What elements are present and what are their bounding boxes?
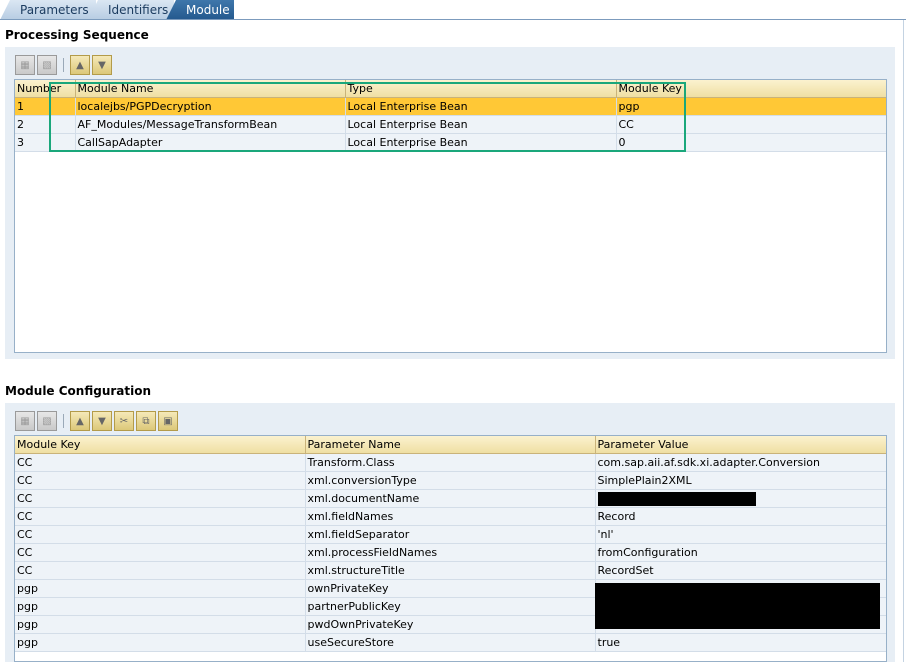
move-down-icon[interactable]: ▼ xyxy=(92,55,112,75)
paste-icon[interactable]: ▣ xyxy=(158,411,178,431)
cell-number[interactable]: 3 xyxy=(15,133,76,152)
cell-parameter-name[interactable]: xml.documentName xyxy=(305,489,596,508)
cell-module-name[interactable]: AF_Modules/MessageTransformBean xyxy=(75,115,346,134)
cell-module-key[interactable]: CC xyxy=(15,561,306,580)
cell-module-key[interactable]: CC xyxy=(15,453,306,472)
table-row[interactable]: pgp useSecureStore true xyxy=(15,633,886,652)
cell-module-key[interactable]: pgp xyxy=(15,633,306,652)
cell-module-key[interactable]: pgp xyxy=(616,97,886,116)
cell-module-key[interactable]: CC xyxy=(15,507,306,526)
delete-row-icon[interactable]: ▧ xyxy=(37,411,57,431)
move-up-icon[interactable]: ▲ xyxy=(70,55,90,75)
insert-row-icon[interactable]: ▦ xyxy=(15,411,35,431)
cell-parameter-name[interactable]: xml.fieldSeparator xyxy=(305,525,596,544)
cell-parameter-value[interactable]: com.sap.aii.af.sdk.xi.adapter.Conversion xyxy=(595,453,886,472)
column-header-module-key[interactable]: Module Key xyxy=(15,436,306,454)
cell-type[interactable]: Local Enterprise Bean xyxy=(345,115,617,134)
cell-parameter-name[interactable]: Transform.Class xyxy=(305,453,596,472)
column-header-module-key[interactable]: Module Key xyxy=(616,80,886,98)
cell-parameter-name[interactable]: xml.fieldNames xyxy=(305,507,596,526)
tab-underline xyxy=(0,19,906,20)
table-header-row: Number Module Name Type Module Key xyxy=(15,80,886,98)
column-header-type[interactable]: Type xyxy=(345,80,617,98)
cell-type[interactable]: Local Enterprise Bean xyxy=(345,133,617,152)
toolbar-separator xyxy=(63,414,64,428)
move-up-icon[interactable]: ▲ xyxy=(70,411,90,431)
column-header-module-name[interactable]: Module Name xyxy=(75,80,346,98)
processing-sequence-table: Number Module Name Type Module Key 1 loc… xyxy=(14,79,887,353)
cell-module-key[interactable]: CC xyxy=(15,471,306,490)
move-down-icon[interactable]: ▼ xyxy=(92,411,112,431)
tab-module[interactable]: Module xyxy=(166,0,234,20)
cell-parameter-name[interactable]: ownPrivateKey xyxy=(305,579,596,598)
insert-row-icon[interactable]: ▦ xyxy=(15,55,35,75)
cell-parameter-value[interactable]: Record xyxy=(595,507,886,526)
cell-parameter-value[interactable]: SimplePlain2XML xyxy=(595,471,886,490)
table-row[interactable]: CC xml.fieldNames Record xyxy=(15,507,886,526)
cell-parameter-value[interactable]: fromConfiguration xyxy=(595,543,886,562)
cell-module-key[interactable]: pgp xyxy=(15,597,306,616)
cell-module-name[interactable]: CallSapAdapter xyxy=(75,133,346,152)
table-row[interactable]: 2 AF_Modules/MessageTransformBean Local … xyxy=(15,115,886,134)
column-header-parameter-value[interactable]: Parameter Value xyxy=(595,436,886,454)
cut-icon[interactable]: ✂ xyxy=(114,411,134,431)
cell-parameter-value[interactable] xyxy=(595,489,886,508)
table-row[interactable]: 3 CallSapAdapter Local Enterprise Bean 0 xyxy=(15,133,886,152)
cell-parameter-name[interactable]: xml.processFieldNames xyxy=(305,543,596,562)
table-row[interactable]: CC Transform.Class com.sap.aii.af.sdk.xi… xyxy=(15,453,886,472)
cell-parameter-value[interactable]: 'nl' xyxy=(595,525,886,544)
table-header-row: Module Key Parameter Name Parameter Valu… xyxy=(15,436,886,454)
right-border xyxy=(903,20,904,662)
cell-module-key[interactable]: CC xyxy=(15,489,306,508)
cell-module-key[interactable]: CC xyxy=(15,543,306,562)
tab-parameters[interactable]: Parameters xyxy=(0,0,96,20)
processing-sequence-title: Processing Sequence xyxy=(5,28,149,42)
cell-number[interactable]: 2 xyxy=(15,115,76,134)
cell-module-key[interactable]: pgp xyxy=(15,579,306,598)
cell-type[interactable]: Local Enterprise Bean xyxy=(345,97,617,116)
table-row[interactable]: CC xml.documentName xyxy=(15,489,886,508)
cell-parameter-name[interactable]: useSecureStore xyxy=(305,633,596,652)
cell-parameter-value[interactable]: RecordSet xyxy=(595,561,886,580)
cell-module-key[interactable]: CC xyxy=(616,115,886,134)
cell-module-key[interactable]: CC xyxy=(15,525,306,544)
cell-parameter-name[interactable]: xml.structureTitle xyxy=(305,561,596,580)
cell-parameter-name[interactable]: partnerPublicKey xyxy=(305,597,596,616)
table-row[interactable]: CC xml.conversionType SimplePlain2XML xyxy=(15,471,886,490)
table-row[interactable]: 1 localejbs/PGPDecryption Local Enterpri… xyxy=(15,97,886,116)
cell-parameter-name[interactable]: pwdOwnPrivateKey xyxy=(305,615,596,634)
redacted-value xyxy=(597,491,756,506)
module-configuration-title: Module Configuration xyxy=(5,384,152,398)
tab-identifiers[interactable]: Identifiers xyxy=(88,0,174,20)
cell-number[interactable]: 1 xyxy=(15,97,76,116)
table-row[interactable]: CC xml.structureTitle RecordSet xyxy=(15,561,886,580)
copy-icon[interactable]: ⧉ xyxy=(136,411,156,431)
toolbar-separator xyxy=(63,58,64,72)
cell-parameter-value[interactable]: true xyxy=(595,633,886,652)
table-row[interactable]: CC xml.fieldSeparator 'nl' xyxy=(15,525,886,544)
redacted-key-values xyxy=(595,583,880,629)
tab-bar: Parameters Identifiers Module xyxy=(0,0,906,20)
table-row[interactable]: CC xml.processFieldNames fromConfigurati… xyxy=(15,543,886,562)
delete-row-icon[interactable]: ▧ xyxy=(37,55,57,75)
cell-module-name[interactable]: localejbs/PGPDecryption xyxy=(75,97,346,116)
cell-parameter-name[interactable]: xml.conversionType xyxy=(305,471,596,490)
cell-module-key[interactable]: 0 xyxy=(616,133,886,152)
column-header-number[interactable]: Number xyxy=(15,80,76,98)
column-header-parameter-name[interactable]: Parameter Name xyxy=(305,436,596,454)
cell-module-key[interactable]: pgp xyxy=(15,615,306,634)
